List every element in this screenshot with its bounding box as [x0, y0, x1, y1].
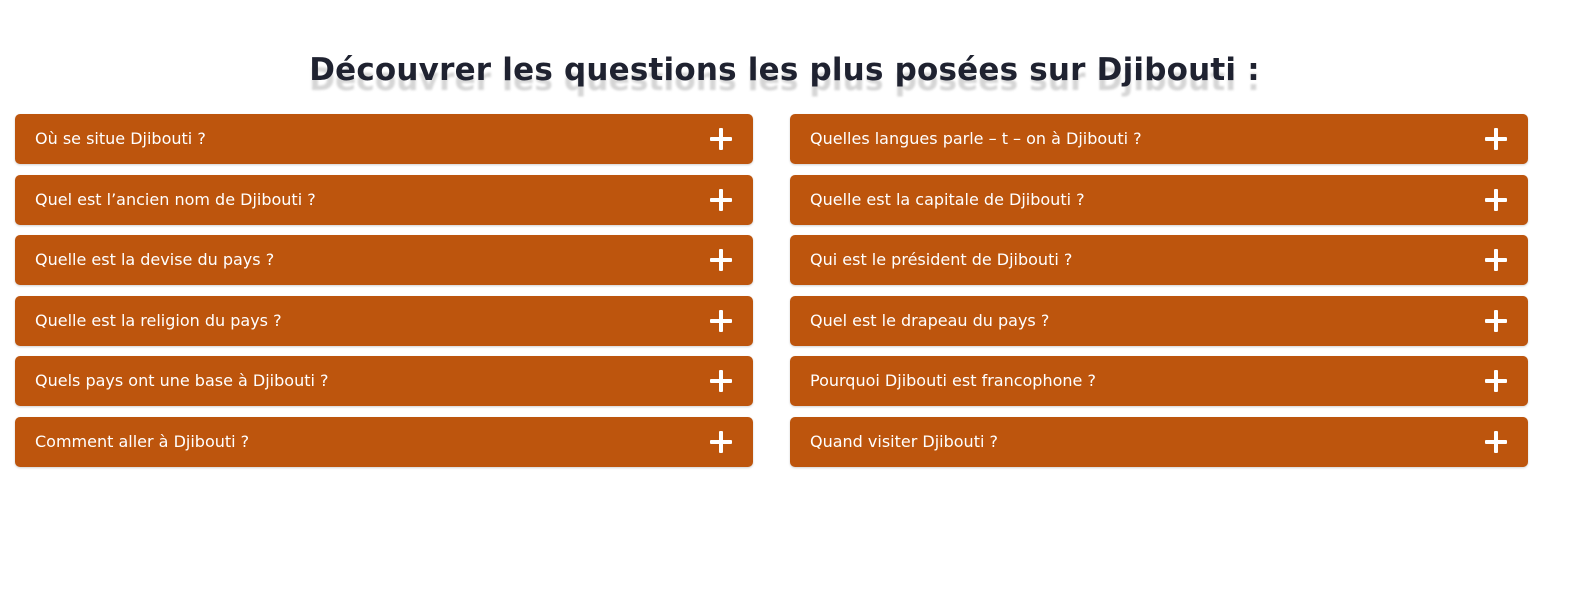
plus-icon[interactable] [710, 370, 732, 392]
faq-question: Pourquoi Djibouti est francophone ? [810, 371, 1096, 390]
faq-question: Quelle est la devise du pays ? [35, 250, 275, 269]
faq-item-languages[interactable]: Quelles langues parle – t – on à Djibout… [790, 114, 1528, 164]
faq-item-president[interactable]: Qui est le président de Djibouti ? [790, 235, 1528, 285]
plus-icon[interactable] [710, 188, 732, 211]
faq-question: Quelles langues parle – t – on à Djibout… [810, 129, 1142, 148]
plus-icon[interactable] [1485, 128, 1507, 150]
faq-column-right: Quelles langues parle – t – on à Djibout… [790, 114, 1528, 477]
faq-question: Quel est l’ancien nom de Djibouti ? [35, 189, 316, 209]
plus-icon[interactable] [710, 309, 732, 332]
faq-question: Quand visiter Djibouti ? [810, 431, 998, 451]
plus-icon[interactable] [710, 128, 732, 150]
faq-question: Où se situe Djibouti ? [35, 129, 206, 148]
faq-item-religion[interactable]: Quelle est la religion du pays ? [15, 295, 753, 346]
plus-icon[interactable] [710, 249, 732, 271]
plus-icon[interactable] [1485, 249, 1507, 271]
faq-question: Quels pays ont une base à Djibouti ? [35, 371, 329, 390]
faq-item-flag[interactable]: Quel est le drapeau du pays ? [790, 295, 1528, 346]
plus-icon[interactable] [710, 430, 732, 453]
faq-question: Comment aller à Djibouti ? [35, 431, 250, 451]
faq-question: Quel est le drapeau du pays ? [810, 310, 1050, 330]
faq-item-travel[interactable]: Comment aller à Djibouti ? [15, 416, 753, 467]
faq-item-location[interactable]: Où se situe Djibouti ? [15, 114, 753, 164]
faq-question: Quelle est la religion du pays ? [35, 310, 282, 330]
faq-item-military-bases[interactable]: Quels pays ont une base à Djibouti ? [15, 356, 753, 406]
faq-section: Découvrer les questions les plus posées … [0, 0, 1569, 616]
plus-icon[interactable] [1485, 430, 1507, 453]
faq-item-capital[interactable]: Quelle est la capitale de Djibouti ? [790, 174, 1528, 225]
plus-icon[interactable] [1485, 370, 1507, 392]
faq-heading: Découvrer les questions les plus posées … [309, 52, 1260, 88]
faq-item-former-name[interactable]: Quel est l’ancien nom de Djibouti ? [15, 174, 753, 225]
plus-icon[interactable] [1485, 309, 1507, 332]
faq-question: Qui est le président de Djibouti ? [810, 250, 1073, 269]
faq-item-when-to-visit[interactable]: Quand visiter Djibouti ? [790, 416, 1528, 467]
plus-icon[interactable] [1485, 188, 1507, 211]
faq-question: Quelle est la capitale de Djibouti ? [810, 189, 1085, 209]
faq-item-currency[interactable]: Quelle est la devise du pays ? [15, 235, 753, 285]
faq-heading-wrap: Découvrer les questions les plus posées … [0, 52, 1569, 108]
faq-item-francophone[interactable]: Pourquoi Djibouti est francophone ? [790, 356, 1528, 406]
faq-column-left: Où se situe Djibouti ? Quel est l’ancien… [15, 114, 753, 477]
